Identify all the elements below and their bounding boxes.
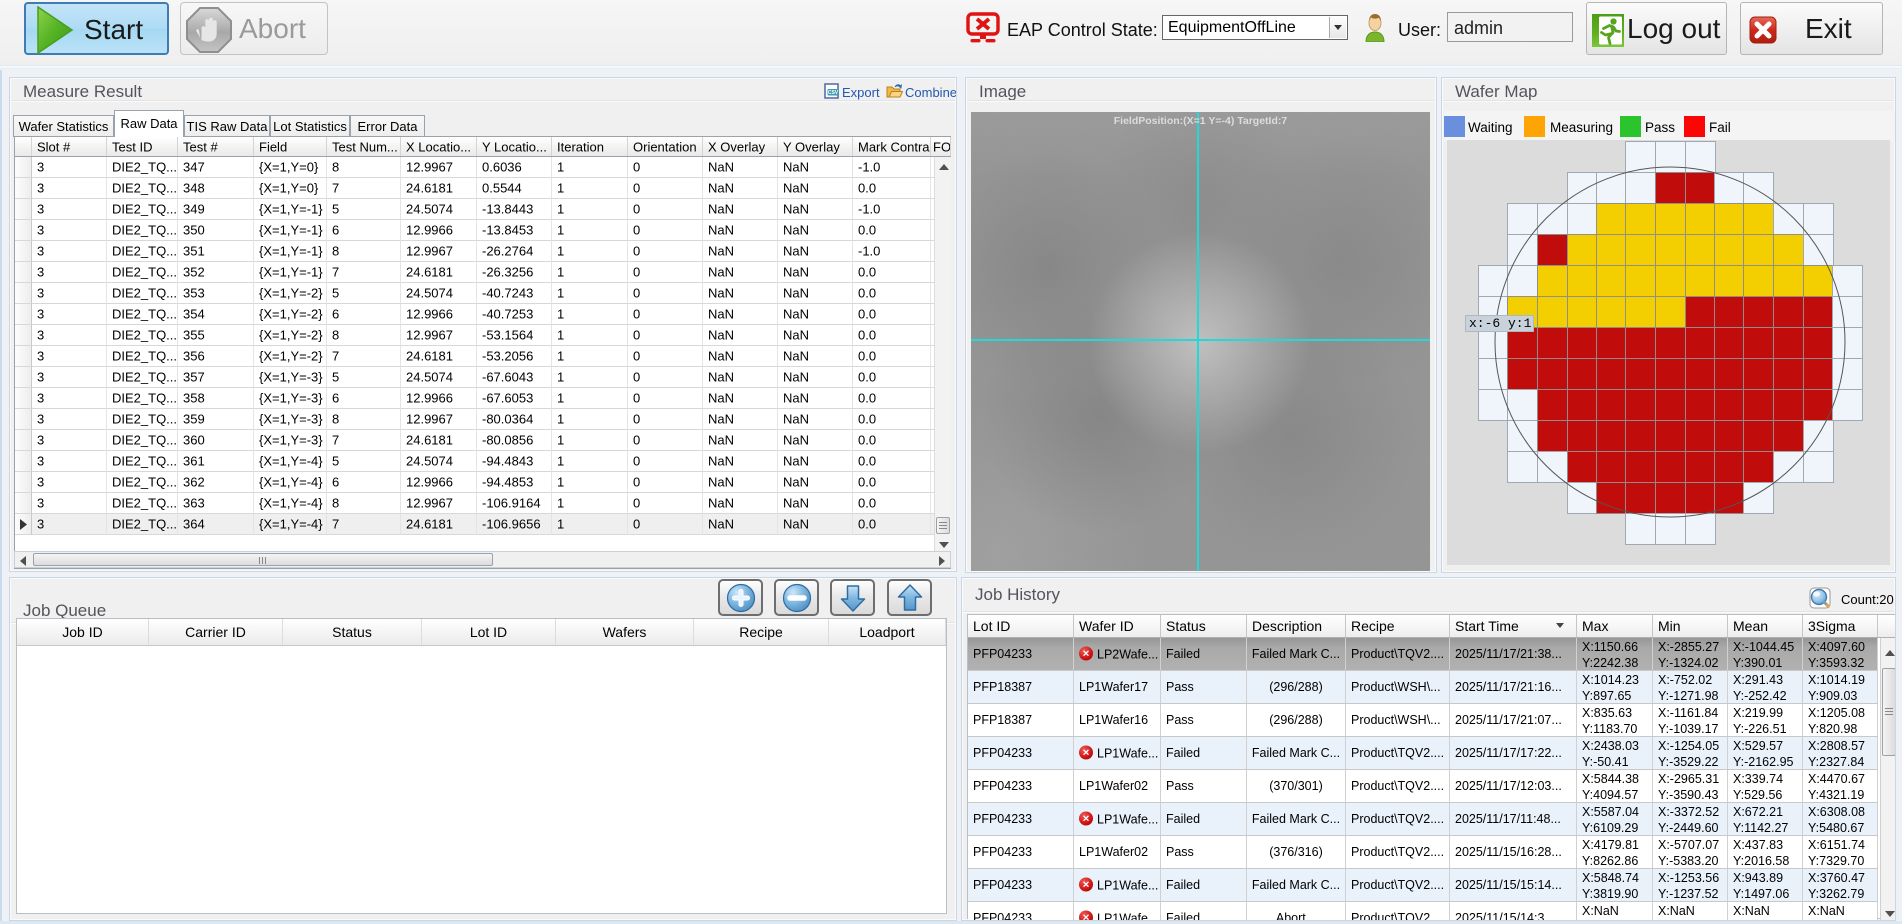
svg-text:CSV: CSV bbox=[828, 90, 839, 96]
